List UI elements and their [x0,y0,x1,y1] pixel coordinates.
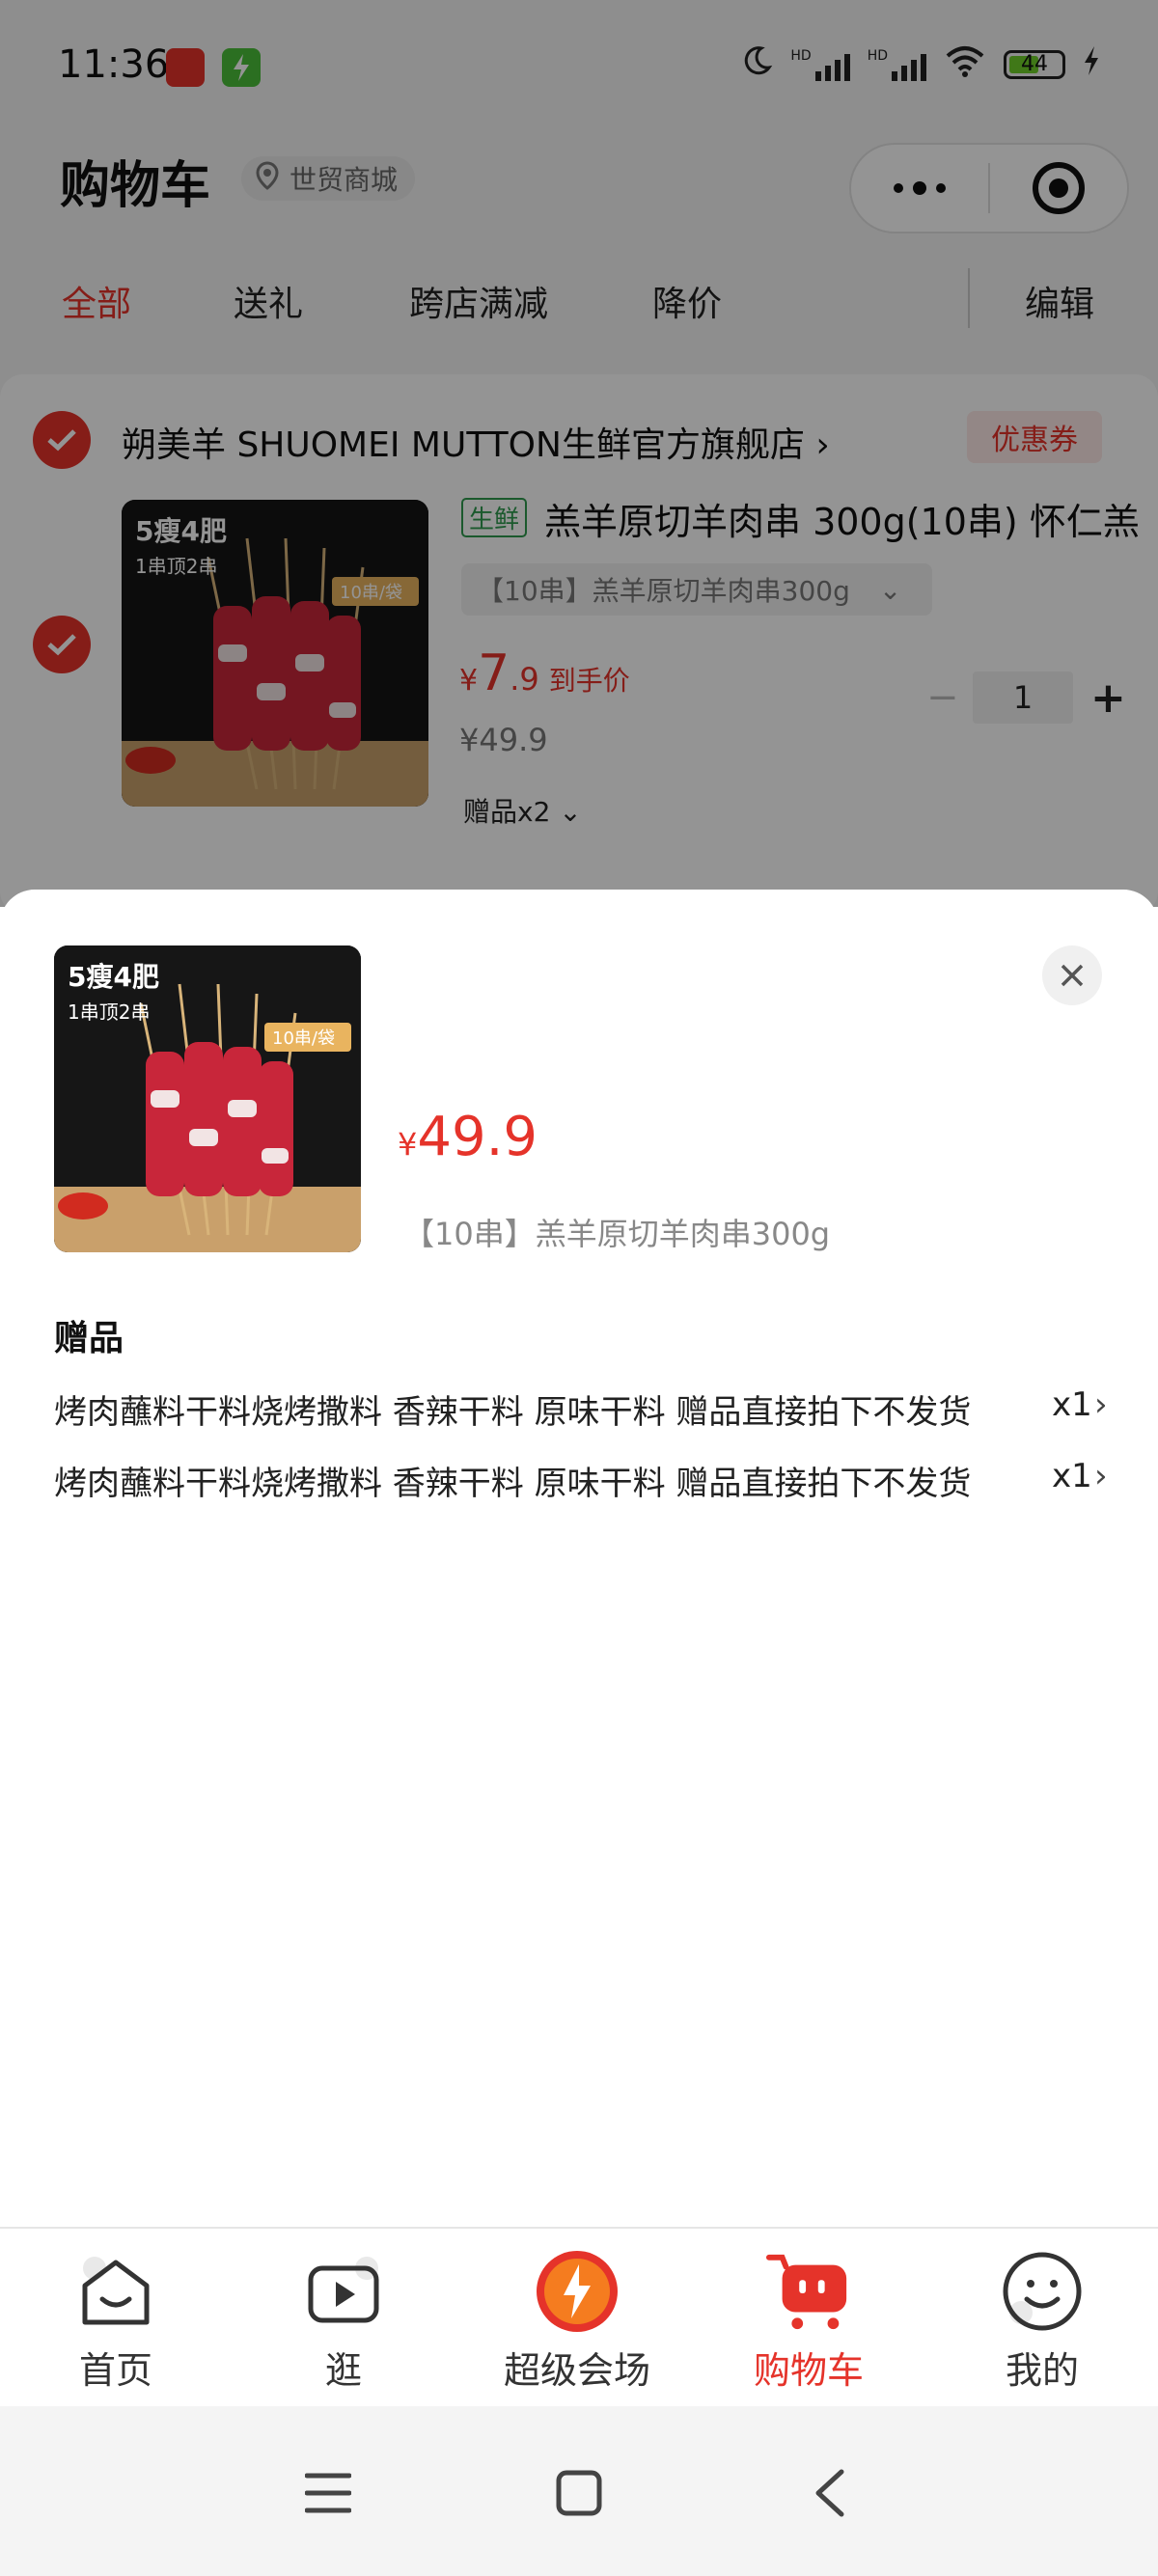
sheet-spec: 【10串】羔羊原切羊肉串300g [403,1216,831,1252]
svg-text:5瘦4肥: 5瘦4肥 [68,961,159,993]
nav-mine[interactable]: 我的 [946,2248,1139,2394]
gift-item-count: x1 [1052,1457,1092,1495]
nav-super-venue-label: 超级会场 [503,2349,650,2392]
gift-item-name: 烤肉蘸料干料烧烤撒料 香辣干料 原味干料 赠品直接拍下不发货 [54,1393,972,1432]
nav-mine-label: 我的 [1005,2349,1079,2392]
nav-home[interactable]: 首页 [19,2248,212,2394]
chevron-right-icon: › [1094,1385,1108,1424]
nav-cart-label: 购物车 [753,2349,864,2392]
close-sheet-button[interactable] [1042,945,1102,1005]
chevron-right-icon: › [1094,1457,1108,1495]
super-venue-icon [534,2248,620,2335]
close-icon [1061,964,1084,987]
nav-super-venue[interactable]: 超级会场 [481,2248,674,2394]
svg-text:1串顶2串: 1串顶2串 [68,1000,150,1024]
gift-item-count: x1 [1052,1385,1092,1424]
nav-browse[interactable]: 逛 [247,2248,440,2394]
cart-icon [765,2248,852,2335]
modal-overlay[interactable] [0,0,1158,907]
sheet-product-image: 5瘦4肥 1串顶2串 10串/袋 [54,945,361,1252]
sheet-price: ¥49.9 [398,1106,538,1168]
gift-item-name: 烤肉蘸料干料烧烤撒料 香辣干料 原味干料 赠品直接拍下不发货 [54,1465,972,1503]
gift-item[interactable]: 烤肉蘸料干料烧烤撒料 香辣干料 原味干料 赠品直接拍下不发货 x1 › [54,1385,1116,1436]
gift-item[interactable]: 烤肉蘸料干料烧烤撒料 香辣干料 原味干料 赠品直接拍下不发货 x1 › [54,1457,1116,1507]
bottom-nav: 首页 逛 超级会场 购物车 我的 [0,2227,1158,2408]
menu-icon[interactable] [304,2472,352,2518]
svg-text:10串/袋: 10串/袋 [272,1028,335,1049]
nav-home-label: 首页 [78,2349,152,2392]
back-icon[interactable] [813,2468,847,2522]
smile-icon [999,2248,1086,2335]
nav-browse-label: 逛 [324,2349,362,2392]
system-nav-bar [0,2406,1158,2576]
home-square-icon[interactable] [556,2470,602,2520]
play-icon [300,2248,387,2335]
gift-section-title: 赠品 [54,1319,124,1358]
home-icon [72,2248,159,2335]
nav-cart[interactable]: 购物车 [712,2248,905,2394]
